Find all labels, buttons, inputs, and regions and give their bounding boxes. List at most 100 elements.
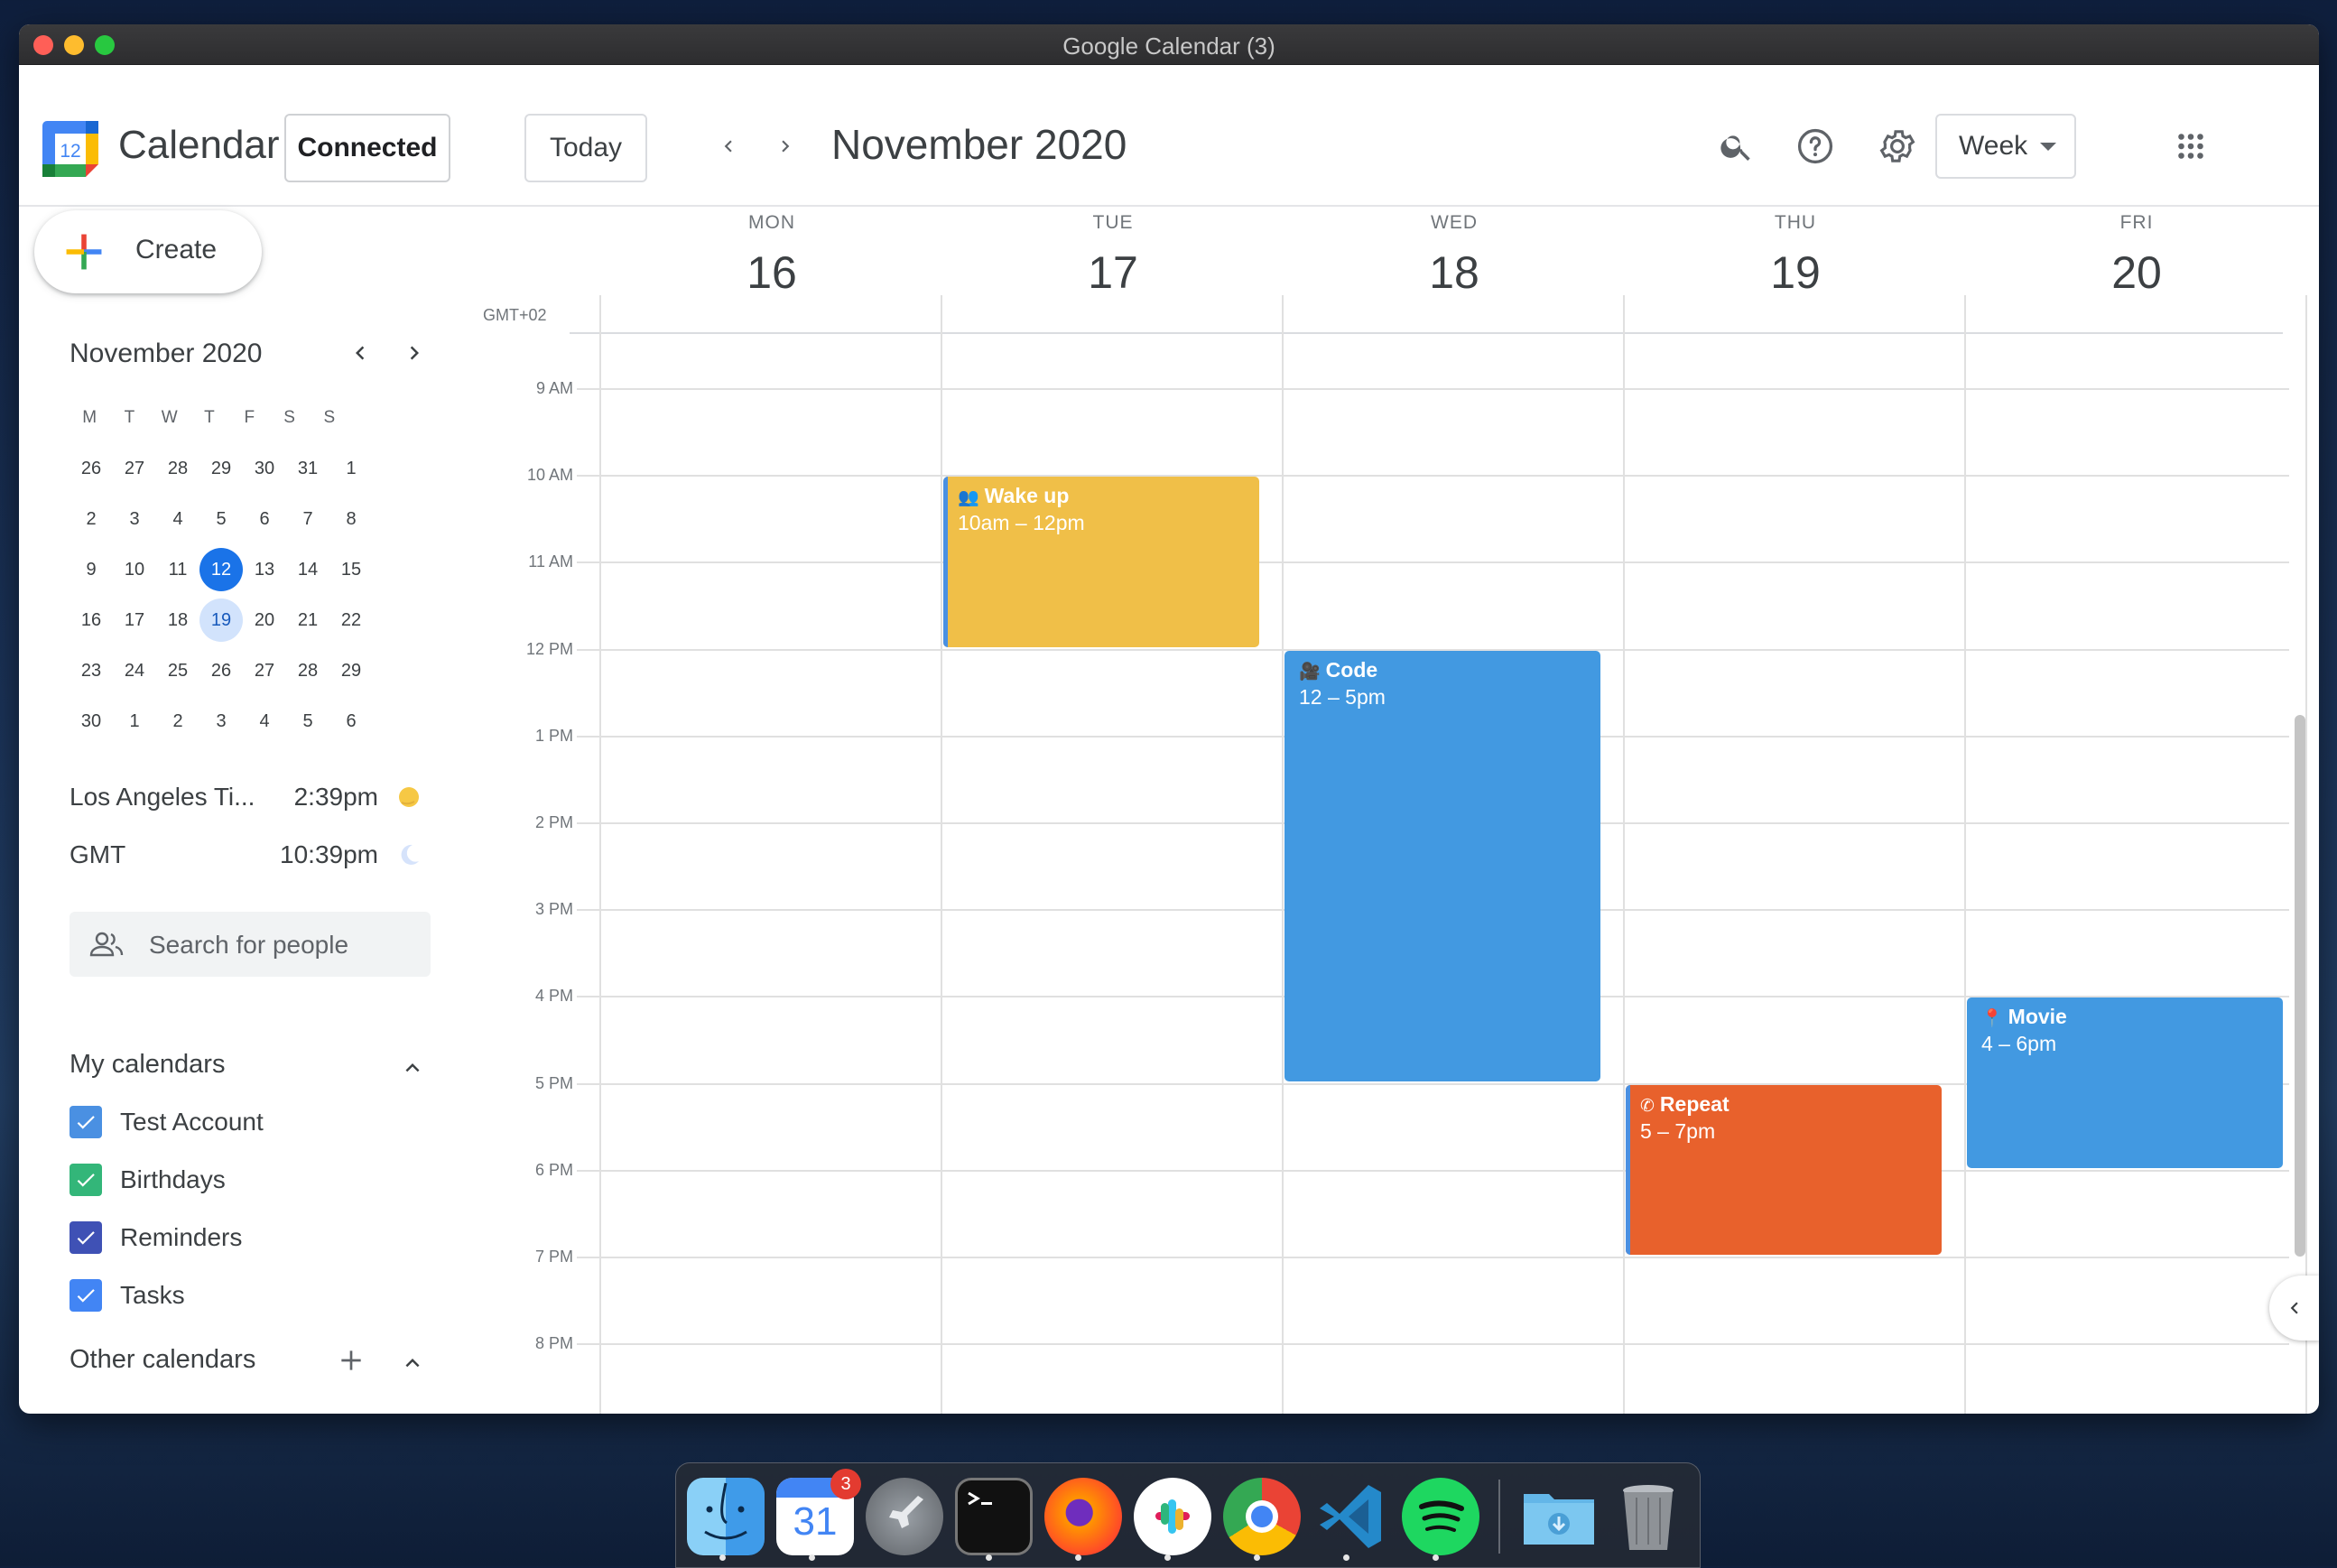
mini-calendar-day[interactable]: 7 [286,497,329,541]
mini-calendar-day-number: 5 [302,710,313,731]
connected-button[interactable]: Connected [284,114,450,182]
mini-calendar-day[interactable]: 21 [286,598,329,642]
dock-launchpad-icon[interactable] [866,1478,943,1555]
add-calendar-button[interactable] [333,1342,369,1378]
mini-calendar-day[interactable]: 4 [243,700,286,743]
vertical-scrollbar[interactable] [2295,715,2305,1257]
mini-calendar-prev-button[interactable] [340,333,380,373]
mini-calendar-day[interactable]: 11 [156,548,199,591]
calendar-checkbox[interactable] [70,1221,102,1254]
mini-calendar-weekday: T [124,408,135,427]
previous-week-button[interactable] [706,124,751,169]
event-time: 4 – 6pm [1981,1032,2057,1056]
mini-calendar-day[interactable]: 19 [199,598,243,642]
mini-calendar-day[interactable]: 20 [243,598,286,642]
calendar-event[interactable]: 👥 Wake up 10am – 12pm [943,477,1259,647]
mini-calendar-day[interactable]: 28 [156,447,199,490]
calendar-logo-icon[interactable]: 12 [41,119,100,179]
mini-calendar-day[interactable]: 1 [113,700,156,743]
search-icon[interactable] [1711,120,1763,172]
mini-calendar-day[interactable]: 27 [243,649,286,692]
dock-calendar-icon[interactable]: 31 3 [776,1469,861,1555]
day-of-week: THU [1774,212,1817,233]
mini-calendar-day[interactable]: 29 [199,447,243,490]
create-button[interactable]: Create [34,210,262,293]
mini-calendar-day[interactable]: 24 [113,649,156,692]
mini-calendar-day[interactable]: 22 [329,598,373,642]
dock-downloads-folder-icon[interactable] [1520,1478,1598,1555]
side-panel-toggle[interactable] [2269,1276,2319,1341]
mini-calendar-day[interactable]: 14 [286,548,329,591]
mini-calendar-day[interactable]: 5 [199,497,243,541]
my-calendars-heading[interactable]: My calendars [70,1050,225,1080]
day-column-header[interactable]: MON 16 [601,212,942,299]
mini-calendar-day-number: 8 [346,508,357,529]
dock-chrome-icon[interactable] [1223,1478,1301,1555]
calendar-event[interactable]: ✆ Repeat 5 – 7pm [1626,1084,1942,1255]
day-column-header[interactable]: FRI 20 [1966,212,2307,299]
calendar-event[interactable]: 📍 Movie 4 – 6pm [1967,997,2283,1168]
mini-calendar-day[interactable]: 30 [70,700,113,743]
mini-calendar-day-number: 11 [168,559,188,580]
mini-calendar-day[interactable]: 3 [199,700,243,743]
mini-calendar-day[interactable]: 2 [156,700,199,743]
mini-calendar-day[interactable]: 29 [329,649,373,692]
mini-calendar-day[interactable]: 10 [113,548,156,591]
mini-calendar-day[interactable]: 9 [70,548,113,591]
mini-calendar-day[interactable]: 6 [243,497,286,541]
view-selector[interactable]: Week [1935,114,2076,179]
hour-label: 2 PM [534,813,573,831]
day-column-header[interactable]: THU 19 [1625,212,1966,299]
mini-calendar-day[interactable]: 8 [329,497,373,541]
dock-finder-icon[interactable] [687,1478,765,1555]
mini-calendar-day[interactable]: 28 [286,649,329,692]
svg-text:12: 12 [60,141,80,162]
collapse-my-calendars-button[interactable] [394,1050,431,1086]
mini-calendar-day[interactable]: 16 [70,598,113,642]
calendar-checkbox[interactable] [70,1279,102,1312]
mini-calendar-day[interactable]: 27 [113,447,156,490]
help-icon[interactable] [1789,120,1841,172]
dock-terminal-icon[interactable] [955,1478,1033,1555]
mini-calendar-week: 2 3 4 5 6 7 8 [70,494,356,544]
calendar-checkbox[interactable] [70,1106,102,1138]
day-number: 18 [1429,247,1479,298]
search-people-field[interactable]: Search for people [70,912,431,977]
mini-calendar-day[interactable]: 12 [199,548,243,591]
next-week-button[interactable] [763,124,808,169]
dock-trash-icon[interactable] [1609,1478,1687,1555]
dock-spotify-icon[interactable] [1402,1478,1479,1555]
apps-grid-icon[interactable] [2165,120,2217,172]
hour-label: 9 AM [535,379,573,397]
mini-calendar-day[interactable]: 18 [156,598,199,642]
mini-calendar-day[interactable]: 2 [70,497,113,541]
dock-firefox-icon[interactable] [1044,1478,1122,1555]
mini-calendar-day[interactable]: 26 [70,447,113,490]
mini-calendar-next-button[interactable] [394,333,434,373]
day-column-header[interactable]: WED 18 [1284,212,1625,299]
mini-calendar-day[interactable]: 5 [286,700,329,743]
calendar-checkbox[interactable] [70,1164,102,1196]
mini-calendar-day[interactable]: 6 [329,700,373,743]
mini-calendar-day[interactable]: 17 [113,598,156,642]
mini-calendar-day[interactable]: 25 [156,649,199,692]
day-column-header[interactable]: TUE 17 [942,212,1284,299]
today-button[interactable]: Today [524,114,647,182]
mini-calendar-day[interactable]: 3 [113,497,156,541]
day-number: 19 [1770,247,1821,298]
mini-calendar-day[interactable]: 23 [70,649,113,692]
calendar-event[interactable]: 🎥 Code 12 – 5pm [1284,650,1600,1081]
mini-calendar-day[interactable]: 31 [286,447,329,490]
dock-vscode-icon[interactable] [1312,1478,1390,1555]
day-of-week: WED [1431,212,1478,233]
mini-calendar-day[interactable]: 1 [329,447,373,490]
other-calendars-heading[interactable]: Other calendars [70,1345,255,1375]
settings-icon[interactable] [1871,120,1924,172]
mini-calendar-day[interactable]: 30 [243,447,286,490]
dock-slack-icon[interactable] [1134,1478,1211,1555]
mini-calendar-day[interactable]: 26 [199,649,243,692]
mini-calendar-day[interactable]: 15 [329,548,373,591]
mini-calendar-day[interactable]: 4 [156,497,199,541]
mini-calendar-day[interactable]: 13 [243,548,286,591]
collapse-other-calendars-button[interactable] [394,1345,431,1381]
